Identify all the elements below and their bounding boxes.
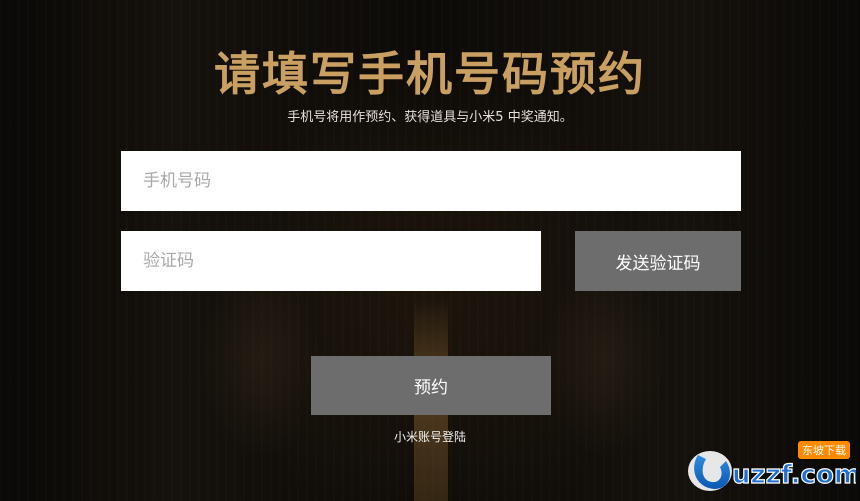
phone-number-input[interactable] [121, 151, 741, 211]
mi-account-login-link[interactable]: 小米账号登陆 [394, 430, 466, 444]
page-subtitle: 手机号将用作预约、获得道具与小米5 中奖通知。 [287, 110, 573, 125]
reserve-button[interactable]: 预约 [311, 356, 551, 415]
send-code-button[interactable]: 发送验证码 [575, 231, 741, 291]
uzzf-watermark-logo: uzzf.com 东坡下载 [688, 441, 856, 491]
verification-code-input[interactable] [121, 231, 541, 291]
watermark-brand-text: uzzf.com [732, 460, 856, 490]
reservation-page: 请填写手机号码预约 手机号将用作预约、获得道具与小米5 中奖通知。 发送验证码 … [0, 0, 860, 501]
page-title: 请填写手机号码预约 [214, 47, 646, 101]
watermark-tag-text: 东坡下载 [802, 444, 846, 457]
